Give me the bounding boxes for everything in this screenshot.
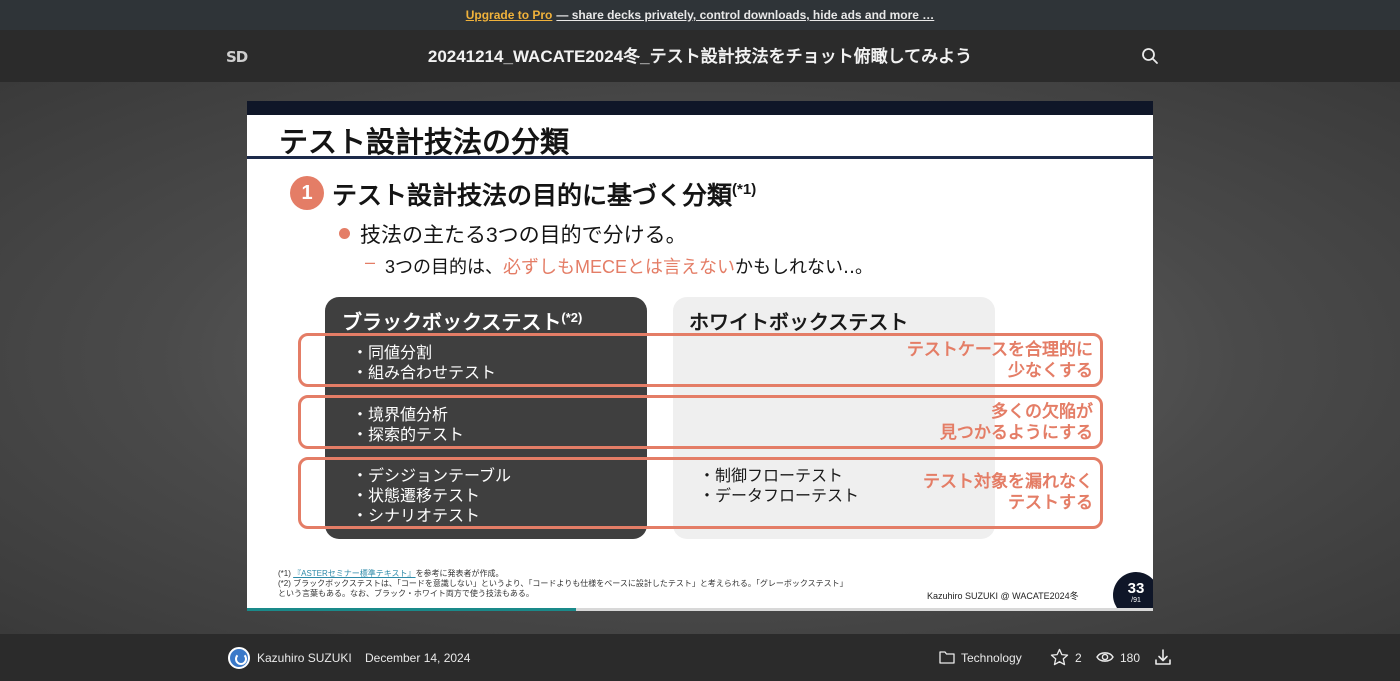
heading-note: (*1): [732, 181, 757, 198]
eye-icon: [1096, 652, 1114, 662]
purpose-label-1: テストケースを合理的に 少なくする: [906, 340, 1093, 380]
promo-bar: Upgrade to Pro — share decks privately, …: [0, 0, 1400, 30]
purpose-label-2: 多くの欠陥が 見つかるようにする: [939, 402, 1093, 442]
technique-item: ・シナリオテスト: [352, 508, 481, 525]
bullet-text: 技法の主たる3つの目的で分ける。: [360, 224, 687, 247]
page-number: 33: [1127, 580, 1145, 597]
section-number-badge: 1: [290, 176, 324, 210]
view-count: 180: [1120, 651, 1141, 665]
star-icon[interactable]: [1050, 648, 1069, 666]
slide[interactable]: テスト設計技法の分類 1 テスト設計技法の目的に基づく分類(*1) 技法の主たる…: [247, 101, 1153, 611]
speakerdeck-logo[interactable]: SD: [226, 48, 252, 66]
footnote-link[interactable]: 『ASTERセミナー標準テキスト』: [293, 569, 415, 578]
page-total: /91: [1131, 597, 1141, 604]
technique-item: ・組み合わせテスト: [352, 365, 497, 382]
slide-title: テスト設計技法の分類: [279, 127, 570, 159]
bullet-dot: [339, 228, 350, 239]
slide-credit: Kazuhiro SUZUKI @ WACATE2024冬: [927, 591, 1079, 601]
author-name[interactable]: Kazuhiro SUZUKI: [257, 651, 352, 665]
publish-date: December 14, 2024: [365, 651, 471, 665]
page-number-badge: 33 /91: [1113, 572, 1153, 611]
sub-bullet: 3つの目的は、必ずしもMECEとは言えないかもしれない‥。: [385, 257, 874, 277]
technique-item: ・探索的テスト: [352, 427, 465, 444]
section-heading: テスト設計技法の目的に基づく分類(*1): [332, 181, 757, 210]
author-avatar[interactable]: [228, 647, 250, 669]
deck-title: 20241214_WACATE2024冬_テスト設計技法をチョット俯瞰してみよう: [427, 47, 973, 66]
footnote-3: という言葉もある。なお、ブラック・ホワイト両方で使う技法もある。: [278, 589, 534, 598]
technique-item: ・データフローテスト: [699, 488, 860, 505]
highlight-text: 必ずしもMECEとは言えない: [503, 257, 736, 277]
promo-text[interactable]: — share decks privately, control downloa…: [556, 8, 934, 22]
title-divider: [247, 156, 1153, 159]
download-icon[interactable]: [1154, 648, 1172, 666]
slide-progress-bar[interactable]: [247, 608, 1153, 611]
search-icon[interactable]: [1141, 47, 1159, 65]
header: SD 20241214_WACATE2024冬_テスト設計技法をチョット俯瞰して…: [0, 30, 1400, 82]
upgrade-link[interactable]: Upgrade to Pro: [466, 8, 553, 22]
purpose-label-3: テスト対象を漏れなく テストする: [923, 472, 1093, 512]
blackbox-note: (*2): [561, 310, 583, 325]
dash-marker: –: [365, 252, 376, 272]
slide-top-bar: [247, 101, 1153, 115]
star-count: 2: [1075, 651, 1082, 665]
slide-progress-fill: [247, 608, 576, 611]
folder-icon: [939, 651, 955, 664]
footer: Kazuhiro SUZUKI December 14, 2024 Techno…: [0, 634, 1400, 681]
category-link[interactable]: Technology: [961, 651, 1022, 665]
whitebox-title: ホワイトボックステスト: [689, 312, 909, 334]
blackbox-title: ブラックボックステスト(*2): [342, 310, 583, 334]
